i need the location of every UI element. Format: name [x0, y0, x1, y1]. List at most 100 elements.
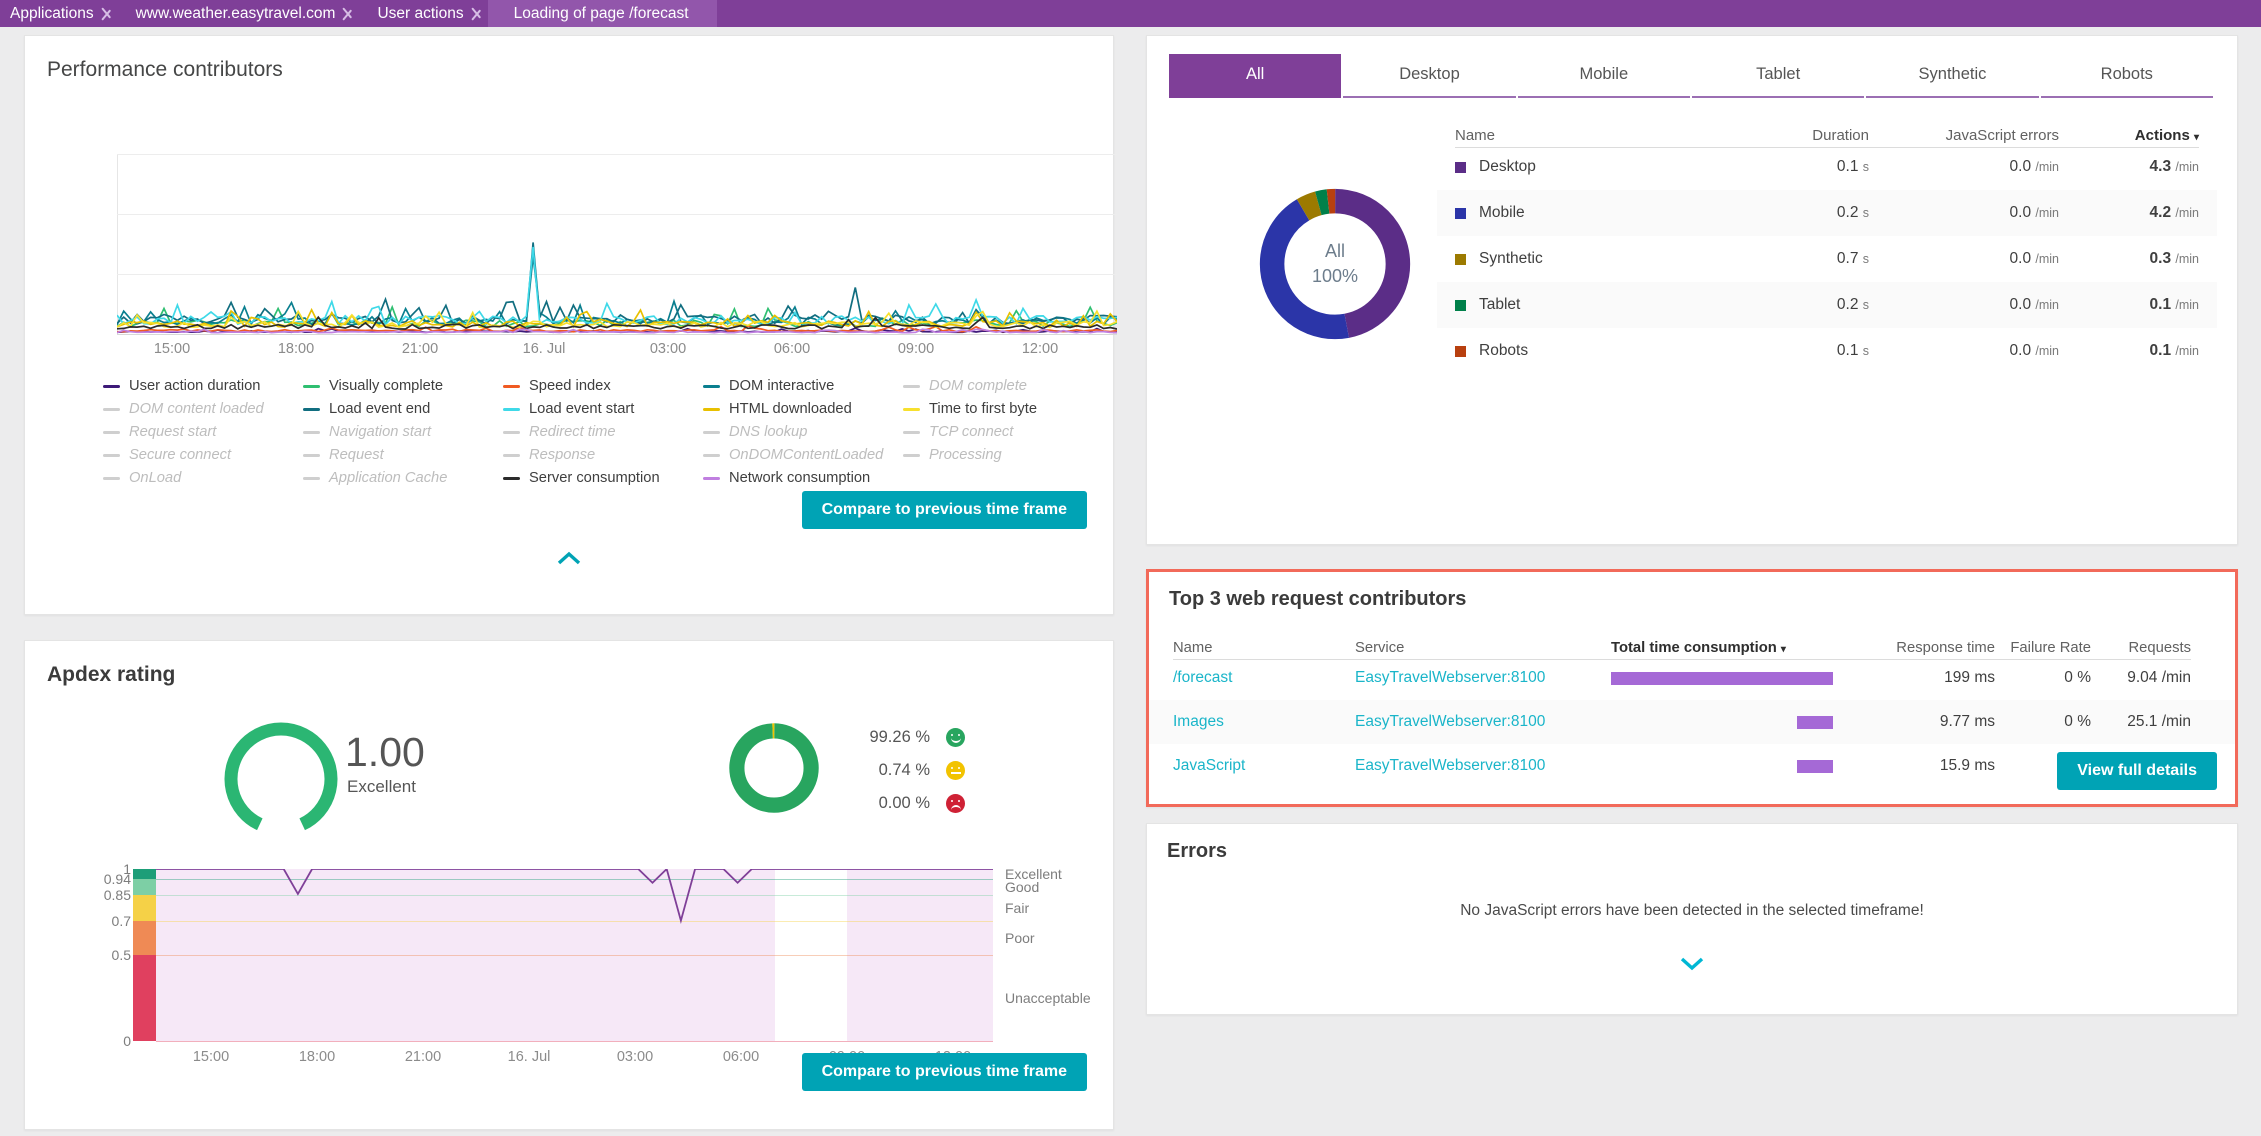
legend-item[interactable]: Secure connect [103, 447, 303, 463]
performance-contributors-card: Performance contributors 0 ms2 s4 s6 s 1… [24, 35, 1117, 615]
legend-item[interactable]: TCP connect [903, 424, 1088, 440]
apdex-rating-card: Apdex rating 1.00 Excellent 99.26 % 0.74 … [24, 640, 1114, 1130]
tab-robots[interactable]: Robots [2040, 54, 2213, 98]
breadcrumb-item-application[interactable]: www.weather.easytravel.com [118, 0, 342, 27]
breadcrumb-item-applications[interactable]: Applications [0, 0, 100, 27]
legend-item[interactable]: Load event start [503, 401, 703, 417]
legend-label: HTML downloaded [729, 401, 852, 417]
page-title: Performance contributors [47, 58, 283, 81]
request-name-link[interactable]: /forecast [1173, 669, 1355, 687]
column-header-total-time[interactable]: Total time consumption ▾ [1611, 640, 1861, 660]
table-row[interactable]: /forecast EasyTravelWebserver:8100 199 ms 0… [1149, 656, 2235, 700]
legend-item[interactable]: DNS lookup [703, 424, 903, 440]
legend-item[interactable]: Time to first byte [903, 401, 1088, 417]
performance-chart [117, 154, 1117, 335]
requests: 25.1 /min [2127, 713, 2191, 730]
table-row[interactable]: Mobile 0.2 s 0.0 /min 4.2 /min [1437, 190, 2217, 236]
apdex-x-tick-label: 21:00 [404, 1049, 442, 1065]
column-header-name[interactable]: Name [1173, 640, 1355, 660]
request-name-link[interactable]: Images [1173, 713, 1355, 731]
apdex-band-label: Good [1005, 879, 1040, 896]
tab-synthetic[interactable]: Synthetic [1866, 54, 2039, 98]
legend-label: OnDOMContentLoaded [729, 447, 884, 463]
legend-item[interactable]: DOM content loaded [103, 401, 303, 417]
legend-swatch [703, 430, 720, 434]
apdex-x-tick-label: 15:00 [192, 1049, 230, 1065]
legend-swatch [503, 476, 520, 480]
request-name-link[interactable]: JavaScript [1173, 757, 1355, 775]
column-header-duration[interactable]: Duration [1719, 127, 1869, 148]
column-header-failure-rate[interactable]: Failure Rate [1995, 640, 2091, 660]
column-header-name[interactable]: Name [1455, 127, 1719, 148]
x-tick-label: 09:00 [897, 341, 935, 357]
chevron-up-icon[interactable] [552, 548, 586, 570]
errors-title: Errors [1167, 840, 1228, 862]
device-name: Tablet [1479, 296, 1521, 313]
legend-item[interactable]: Request start [103, 424, 303, 440]
legend-label: Secure connect [129, 447, 232, 463]
service-link[interactable]: EasyTravelWebserver:8100 [1355, 669, 1611, 687]
device-actions: 0.1 /min [2149, 296, 2199, 313]
chevron-down-icon[interactable] [1675, 952, 1709, 974]
legend-label: Application Cache [329, 470, 448, 486]
service-link[interactable]: EasyTravelWebserver:8100 [1355, 713, 1611, 731]
table-row[interactable]: Tablet 0.2 s 0.0 /min 0.1 /min [1437, 282, 2217, 328]
view-full-details-button[interactable]: View full details [2057, 752, 2217, 790]
legend-item[interactable]: User action duration [103, 378, 303, 394]
caret-down-icon: ▾ [1780, 644, 1786, 655]
legend-item[interactable]: Server consumption [503, 470, 703, 486]
tab-desktop[interactable]: Desktop [1343, 54, 1516, 98]
happy-face-icon [946, 728, 965, 747]
caret-down-icon: ▾ [2193, 132, 2199, 143]
legend-item[interactable]: Load event end [303, 401, 503, 417]
table-row[interactable]: Synthetic 0.7 s 0.0 /min 0.3 /min [1437, 236, 2217, 282]
legend-item[interactable]: Visually complete [303, 378, 503, 394]
unit: /min [2175, 206, 2199, 220]
apdex-distribution-row: 0.00 % [845, 787, 965, 820]
legend-item[interactable]: Processing [903, 447, 1088, 463]
legend-label: OnLoad [129, 470, 182, 486]
tab-all[interactable]: All [1169, 54, 1342, 98]
column-header-requests[interactable]: Requests [2091, 640, 2191, 660]
compare-previous-timeframe-button[interactable]: Compare to previous time frame [801, 1053, 1087, 1091]
column-header-actions[interactable]: Actions ▾ [2059, 127, 2199, 148]
legend-item[interactable]: HTML downloaded [703, 401, 903, 417]
table-row[interactable]: Robots 0.1 s 0.0 /min 0.1 /min [1437, 328, 2217, 374]
column-header-response-time[interactable]: Response time [1861, 640, 1995, 660]
legend-label: Request [329, 447, 384, 463]
breadcrumb-label: Loading of page /forecast [513, 4, 689, 22]
legend-item[interactable]: Network consumption [703, 470, 903, 486]
legend-item[interactable]: DOM complete [903, 378, 1088, 394]
tab-mobile[interactable]: Mobile [1517, 54, 1690, 98]
legend-item[interactable]: OnDOMContentLoaded [703, 447, 903, 463]
legend-item[interactable]: Redirect time [503, 424, 703, 440]
tab-tablet[interactable]: Tablet [1691, 54, 1865, 98]
legend-item[interactable]: Response [503, 447, 703, 463]
device-color-swatch [1455, 345, 1466, 357]
legend-item[interactable]: Application Cache [303, 470, 503, 486]
apdex-y-tick-label: 0.85 [103, 886, 131, 903]
legend-item[interactable]: Navigation start [303, 424, 503, 440]
service-link[interactable]: EasyTravelWebserver:8100 [1355, 757, 1611, 775]
legend-label: Load event start [529, 401, 635, 417]
apdex-band-label: Poor [1005, 929, 1035, 946]
table-row[interactable]: Desktop 0.1 s 0.0 /min 4.3 /min [1437, 144, 2217, 190]
chart-series-group [117, 242, 1117, 334]
breadcrumb-item-user-actions[interactable]: User actions [359, 0, 469, 27]
compare-previous-timeframe-button[interactable]: Compare to previous time frame [801, 491, 1087, 529]
legend-item[interactable]: Speed index [503, 378, 703, 394]
apdex-y-tick-label: 0.94 [103, 871, 131, 888]
legend-item[interactable]: DOM interactive [703, 378, 903, 394]
legend-label: Processing [929, 447, 1002, 463]
column-header-js-errors[interactable]: JavaScript errors [1869, 127, 2059, 148]
column-header-service[interactable]: Service [1355, 640, 1611, 660]
legend-item[interactable]: OnLoad [103, 470, 303, 486]
device-tabs: All Desktop Mobile Tablet Synthetic Robots [1147, 36, 2237, 98]
legend-label: Navigation start [329, 424, 432, 440]
table-row[interactable]: Images EasyTravelWebserver:8100 9.77 ms 0 %… [1149, 700, 2235, 744]
breadcrumb: Applications www.weather.easytravel.com … [0, 0, 2261, 27]
legend-item[interactable]: Request [303, 447, 503, 463]
legend-label: Visually complete [329, 378, 444, 394]
legend-swatch [103, 430, 120, 434]
apdex-band-label: Fair [1005, 899, 1030, 916]
